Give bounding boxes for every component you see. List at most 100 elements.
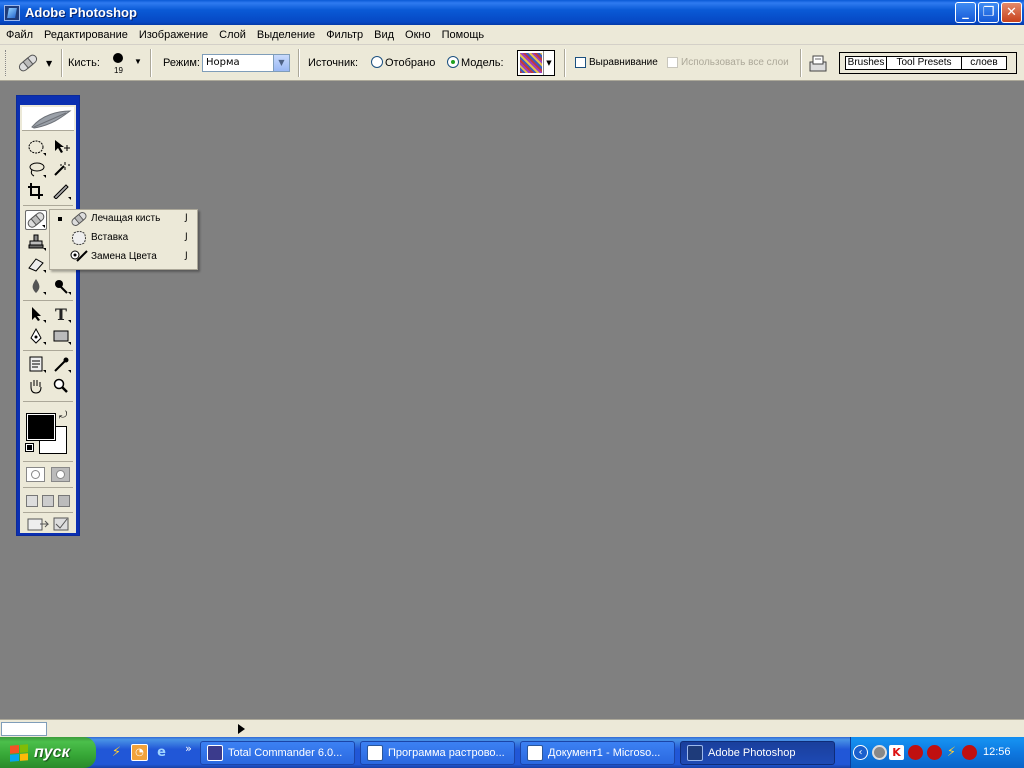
lasso-tool-icon[interactable] xyxy=(25,159,47,179)
close-button[interactable]: ✕ xyxy=(1001,2,1022,23)
options-bar-grip[interactable] xyxy=(5,50,8,76)
source-pattern-radio[interactable] xyxy=(447,56,459,68)
aligned-checkbox[interactable] xyxy=(575,57,586,68)
eraser-tool-icon[interactable] xyxy=(25,254,47,274)
toolbox[interactable]: T ⤾ xyxy=(16,95,80,536)
menu-window[interactable]: Окно xyxy=(402,29,434,41)
mode-label: Режим: xyxy=(163,57,200,69)
restore-button[interactable]: ❐ xyxy=(978,2,999,23)
jump-to-imageready-icon[interactable] xyxy=(26,516,70,532)
default-colors-icon[interactable] xyxy=(25,443,34,452)
mode-select[interactable]: Норма ▼ xyxy=(202,54,290,72)
swap-colors-icon[interactable]: ⤾ xyxy=(59,410,67,421)
tray-clock[interactable]: 12:56 xyxy=(983,746,1011,758)
zoom-field[interactable] xyxy=(1,722,47,736)
source-sampled-radio[interactable] xyxy=(371,56,383,68)
flyout-item-patch[interactable]: Вставка J xyxy=(50,229,197,248)
dodge-tool-icon[interactable] xyxy=(50,276,72,296)
palette-well: Brushes Tool Presets слоев xyxy=(839,52,1017,74)
move-tool-icon[interactable] xyxy=(50,137,72,157)
notes-tool-icon[interactable] xyxy=(25,354,47,374)
word-document-icon xyxy=(367,745,383,761)
menu-help[interactable]: Помощь xyxy=(439,29,488,41)
task-button-photoshop[interactable]: Adobe Photoshop xyxy=(680,741,835,765)
options-bar: ▼ Кисть: 19 ▼ Режим: Норма ▼ Источник: О… xyxy=(0,45,1024,81)
healing-brush-icon xyxy=(18,54,38,72)
task-button-word-program[interactable]: Программа растрово... xyxy=(360,741,515,765)
tray-red-ls-icon[interactable] xyxy=(927,745,942,760)
tray-kaspersky-icon[interactable]: K xyxy=(889,745,904,760)
quicklaunch-overflow-icon[interactable]: » xyxy=(180,740,197,757)
quicklaunch-clock-icon[interactable]: ◔ xyxy=(131,744,148,761)
tray-red-icon[interactable] xyxy=(908,745,923,760)
separator xyxy=(800,49,802,77)
type-tool-icon[interactable]: T xyxy=(50,304,72,324)
flyout-item-color-replacement[interactable]: Замена Цвета J xyxy=(50,248,197,267)
flyout-item-shortcut: J xyxy=(185,213,188,223)
rectangle-tool-icon[interactable] xyxy=(50,326,72,346)
selected-bullet-icon xyxy=(58,217,62,221)
standard-mode-button[interactable] xyxy=(26,467,45,482)
photoshop-feather-logo[interactable] xyxy=(22,107,74,131)
chevron-down-icon: ▼ xyxy=(543,51,554,75)
flyout-item-label: Замена Цвета xyxy=(91,251,157,262)
clone-stamp-tool-icon[interactable] xyxy=(25,232,47,252)
menu-select[interactable]: Выделение xyxy=(254,29,318,41)
start-button[interactable]: пуск xyxy=(0,737,96,768)
pattern-picker[interactable]: ▼ xyxy=(517,50,555,76)
quicklaunch-total-commander-icon[interactable]: ⚡ xyxy=(108,744,125,761)
task-button-word-document1[interactable]: Документ1 - Microso... xyxy=(520,741,675,765)
brush-size: 19 xyxy=(114,66,123,75)
menu-image[interactable]: Изображение xyxy=(136,29,211,41)
foreground-color-swatch[interactable] xyxy=(26,413,56,441)
file-browser-icon[interactable] xyxy=(807,53,829,73)
quicklaunch-internet-explorer-icon[interactable]: e xyxy=(153,744,170,761)
menu-edit[interactable]: Редактирование xyxy=(41,29,131,41)
brush-picker-chevron-icon[interactable]: ▼ xyxy=(134,57,142,66)
tool-preset-picker[interactable]: ▼ xyxy=(16,51,56,75)
menu-view[interactable]: Вид xyxy=(371,29,397,41)
status-bar xyxy=(0,719,1024,737)
palette-tab-brushes[interactable]: Brushes xyxy=(845,56,887,70)
palette-tab-tool-presets[interactable]: Tool Presets xyxy=(886,56,962,70)
crop-tool-icon[interactable] xyxy=(25,181,47,201)
separator xyxy=(61,49,63,77)
full-screen-mode-icon[interactable] xyxy=(58,495,70,507)
minimize-button[interactable]: _ xyxy=(955,2,976,23)
tray-speaker-icon[interactable] xyxy=(872,745,887,760)
healing-brush-tool-icon[interactable] xyxy=(25,210,47,230)
magic-wand-tool-icon[interactable] xyxy=(50,159,72,179)
path-selection-tool-icon[interactable] xyxy=(25,304,47,324)
tray-red-2k-icon[interactable] xyxy=(962,745,977,760)
menu-file[interactable]: Файл xyxy=(3,29,36,41)
eyedropper-tool-icon[interactable] xyxy=(50,354,72,374)
flyout-item-shortcut: J xyxy=(185,251,188,261)
aligned-label[interactable]: Выравнивание xyxy=(589,57,658,68)
brush-label: Кисть: xyxy=(68,57,100,69)
quick-mask-mode-button[interactable] xyxy=(51,467,70,482)
menu-layer[interactable]: Слой xyxy=(216,29,249,41)
status-menu-arrow-icon[interactable] xyxy=(238,724,245,734)
pen-tool-icon[interactable] xyxy=(25,326,47,346)
healing-tools-flyout: Лечащая кисть J Вставка J Замена Цвета J xyxy=(49,209,198,270)
task-button-total-commander[interactable]: Total Commander 6.0... xyxy=(200,741,355,765)
tray-expand-chevron-icon[interactable]: ‹ xyxy=(853,745,868,760)
photoshop-icon xyxy=(687,745,703,761)
blur-tool-icon[interactable] xyxy=(25,276,47,296)
source-sampled-label[interactable]: Отобрано xyxy=(385,57,435,69)
source-pattern-label[interactable]: Модель: xyxy=(461,57,504,69)
standard-screen-mode-icon[interactable] xyxy=(26,495,38,507)
title-bar[interactable]: Adobe Photoshop _ ❐ ✕ xyxy=(0,0,1024,25)
chevron-down-icon: ▼ xyxy=(273,55,289,71)
menu-filter[interactable]: Фильтр xyxy=(323,29,366,41)
hand-tool-icon[interactable] xyxy=(25,376,47,396)
flyout-item-healing-brush[interactable]: Лечащая кисть J xyxy=(50,210,197,229)
brush-preview-icon[interactable] xyxy=(113,53,123,63)
zoom-tool-icon[interactable] xyxy=(50,376,72,396)
slice-tool-icon[interactable] xyxy=(50,181,72,201)
marquee-tool-icon[interactable] xyxy=(25,137,47,157)
toolbox-panel: T ⤾ xyxy=(20,105,76,533)
palette-tab-layers[interactable]: слоев xyxy=(961,56,1007,70)
full-screen-menu-mode-icon[interactable] xyxy=(42,495,54,507)
tray-total-commander-icon[interactable]: ⚡ xyxy=(944,745,959,760)
